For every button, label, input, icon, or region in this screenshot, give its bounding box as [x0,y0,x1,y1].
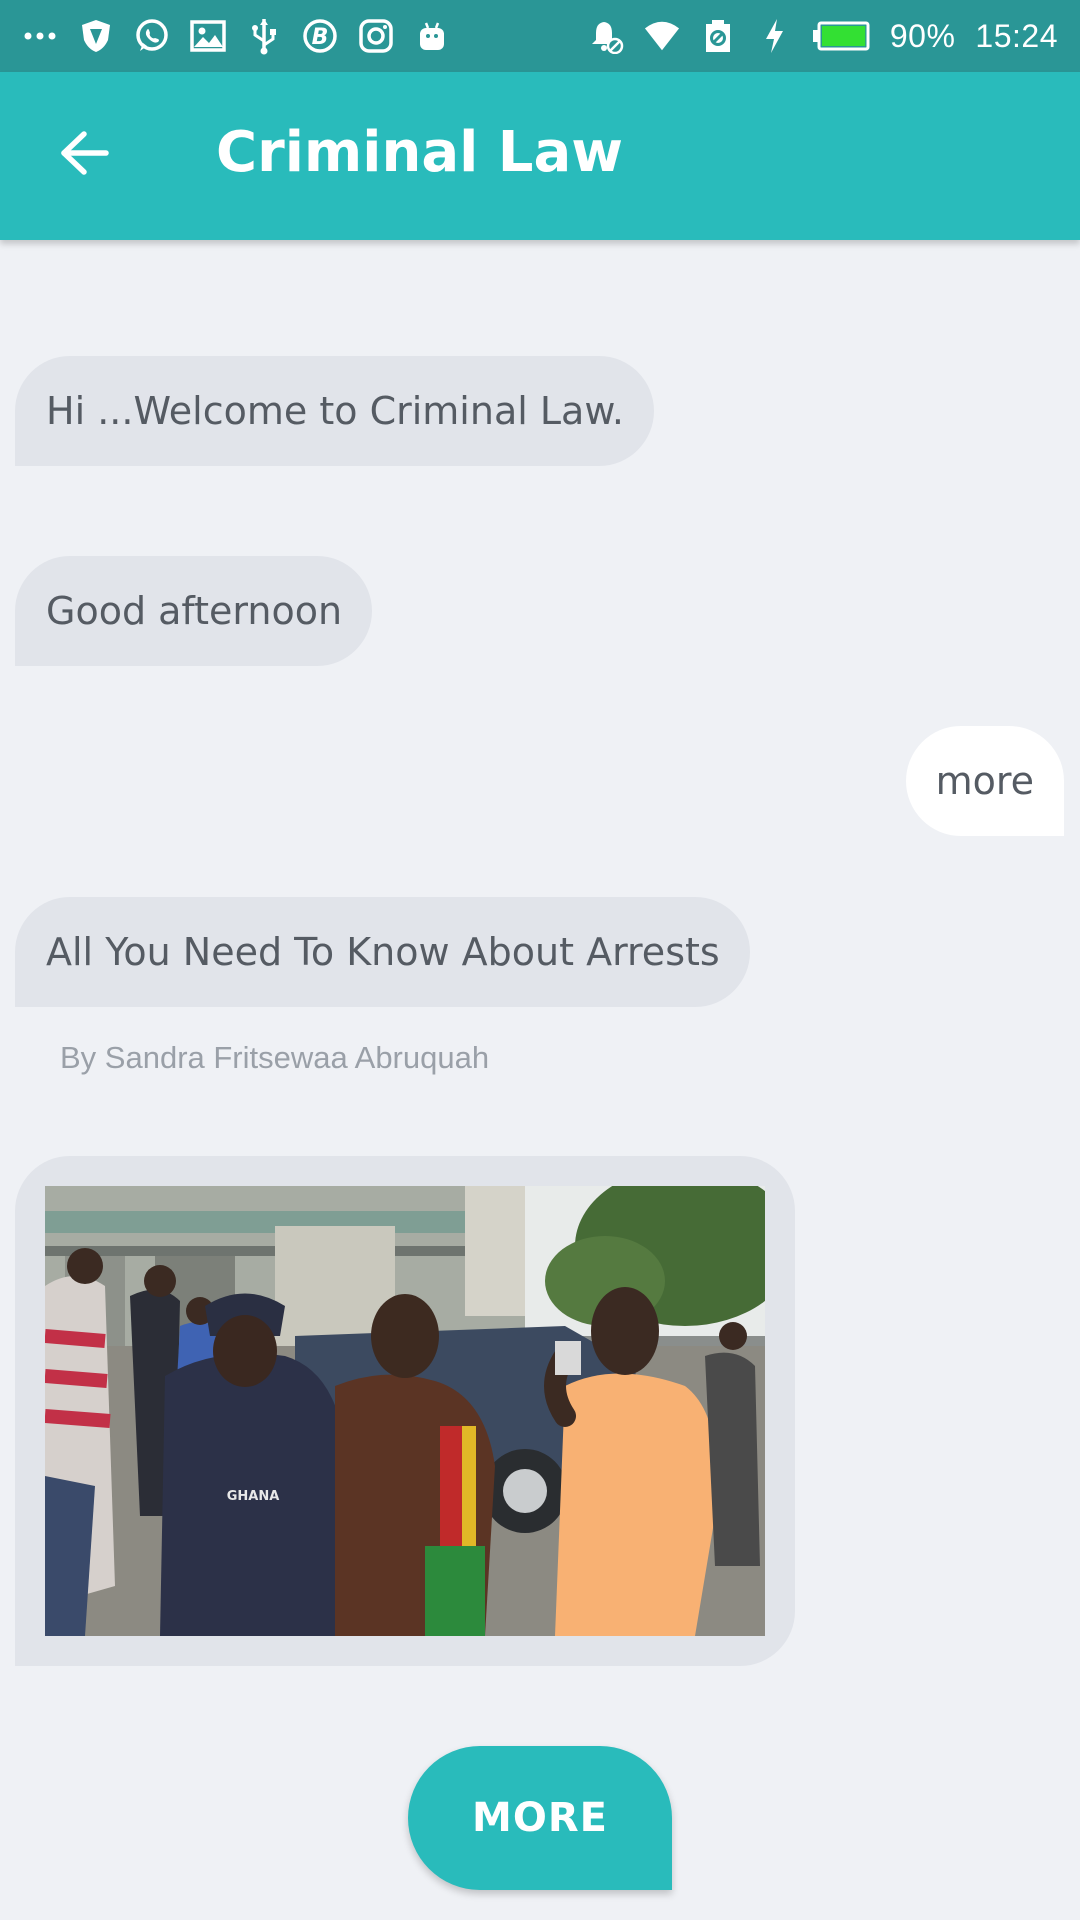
more-dots-icon [22,18,58,54]
page-title: Criminal Law [216,120,624,185]
battery-icon [812,18,870,54]
status-bar-system: 90% 15:24 [588,18,1058,55]
battery-percent: 90% [889,17,956,54]
gallery-icon [190,18,226,54]
more-button[interactable]: MORE [408,1746,672,1890]
shield-icon [78,18,114,54]
back-button[interactable] [52,122,118,188]
article-image-card[interactable]: GHANA [15,1156,795,1666]
data-saver-icon [700,18,736,54]
bot-message-article-title[interactable]: All You Need To Know About Arrests [15,897,750,1007]
instagram-icon [358,18,394,54]
bot-message-greeting: Good afternoon [15,556,373,666]
message-text: All You Need To Know About Arrests [46,930,720,974]
status-bar-notifications: B [22,18,450,55]
arrow-left-icon [60,131,110,179]
user-message-more: more [905,726,1064,836]
arrest-scene-illustration: GHANA [45,1186,765,1636]
alarm-off-icon [588,18,624,54]
app-bar: Criminal Law [0,72,1080,240]
whatsapp-icon [134,18,170,54]
article-byline: By Sandra Fritsewaa Abruquah [60,1040,490,1075]
b-app-icon: B [302,18,338,54]
charging-icon [756,18,792,54]
article-photo: GHANA [45,1186,765,1636]
message-text: Good afternoon [46,589,343,633]
message-text: Hi ...Welcome to Criminal Law. [46,389,624,433]
police-uniform-badge: GHANA [227,1489,280,1504]
svg-text:B: B [312,25,329,50]
bot-message-welcome: Hi ...Welcome to Criminal Law. [15,356,654,466]
android-icon [414,18,450,54]
clock: 15:24 [975,17,1058,54]
usb-icon [246,18,282,55]
status-bar: B 90% 15:24 [0,0,1080,72]
message-text: more [935,759,1034,803]
wifi-icon [644,18,680,54]
